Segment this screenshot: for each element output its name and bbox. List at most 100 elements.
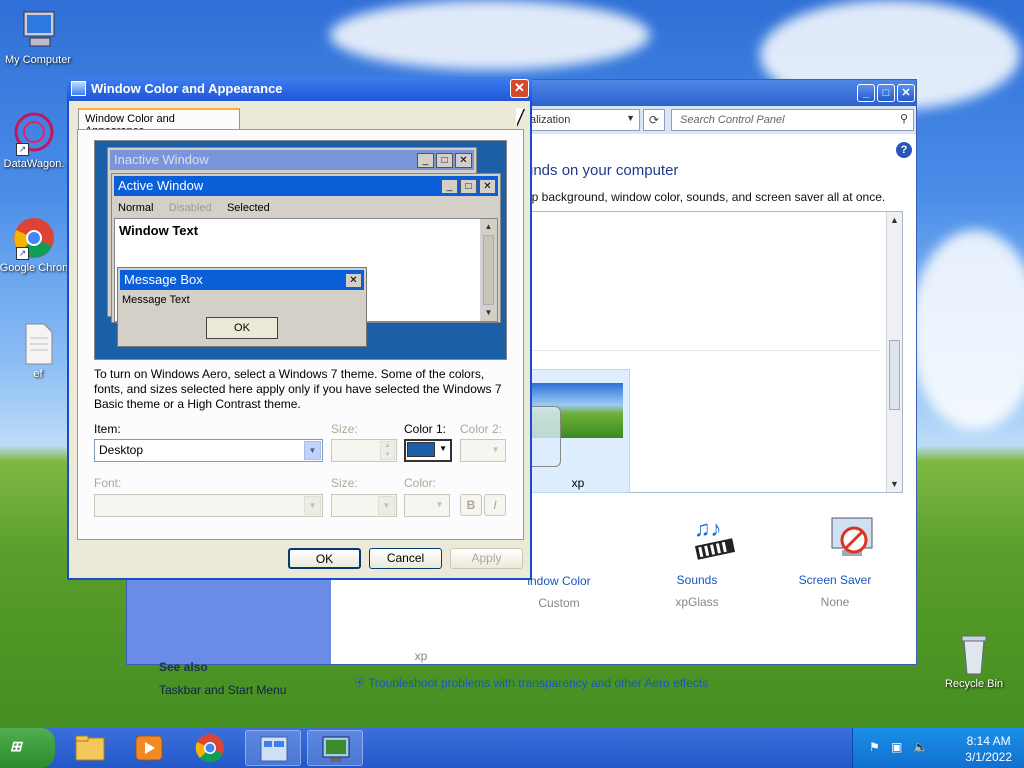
color1-picker[interactable]: ▼	[404, 439, 452, 462]
scroll-up-icon[interactable]: ▲	[887, 212, 902, 228]
chevron-down-icon[interactable]: ▼	[304, 441, 321, 460]
network-icon[interactable]: ▣	[891, 740, 905, 754]
help-icon[interactable]: ?	[896, 142, 912, 158]
see-also-heading: See also	[159, 660, 208, 674]
font-size-select[interactable]: ▼	[331, 494, 397, 517]
preview-scrollbar[interactable]: ▲ ▼	[480, 219, 497, 321]
scroll-down-icon[interactable]: ▼	[887, 476, 902, 492]
search-icon[interactable]: ⚲	[900, 112, 908, 125]
close-button[interactable]: ✕	[897, 84, 915, 102]
font-size-label: Size:	[331, 476, 358, 490]
taskbar: ⊞ ⚑ ▣ 🔈 8:14 AM 3/1/2022	[0, 728, 1024, 768]
apply-button[interactable]: Apply	[450, 548, 523, 569]
sounds-item[interactable]: ♫♪ Sounds xpGlass	[637, 514, 757, 609]
datawagon-icon: ↗	[12, 112, 56, 156]
chevron-down-icon[interactable]: ▼	[626, 113, 635, 123]
scroll-down-icon[interactable]: ▼	[481, 305, 496, 321]
control-panel-icon	[260, 736, 288, 762]
appearance-preview[interactable]: Inactive Window _ □ ✕ Active Window _ □ …	[94, 140, 507, 360]
taskbar-explorer[interactable]	[62, 730, 118, 766]
close-button[interactable]: ✕	[510, 79, 529, 98]
italic-button[interactable]: I	[484, 494, 506, 516]
separator	[525, 350, 879, 351]
msgbox-ok-button[interactable]: OK	[206, 317, 278, 339]
desktop-icon-ef[interactable]: ef	[0, 322, 76, 380]
chevron-down-icon[interactable]: ▼	[431, 496, 448, 515]
chevron-down-icon[interactable]: ▼	[378, 496, 395, 515]
chevron-down-icon[interactable]: ▼	[487, 441, 504, 460]
taskbar-control-panel[interactable]	[245, 730, 301, 766]
cloud	[330, 0, 650, 70]
flag-icon[interactable]: ⚑	[869, 740, 883, 754]
minimize-button[interactable]: _	[857, 84, 875, 102]
item-name: Screen Saver	[798, 573, 872, 587]
menu-disabled[interactable]: Disabled	[169, 202, 212, 214]
tab-window-color-appearance[interactable]: Window Color and Appearance	[78, 108, 240, 137]
mouse-cursor	[516, 108, 524, 126]
theme-list[interactable]: xp ▲ ▼	[525, 211, 903, 493]
desktop-icon-google-chrome[interactable]: ↗ Google Chron	[0, 216, 72, 274]
font-color-picker[interactable]: ▼	[404, 494, 450, 517]
inactive-titlebar[interactable]: Inactive Window _ □ ✕	[110, 150, 474, 170]
msgbox-titlebar[interactable]: Message Box ✕	[120, 270, 364, 290]
taskbar-chrome[interactable]	[182, 730, 238, 766]
clock-date: 3/1/2022	[965, 750, 1012, 764]
windows-logo-icon: ⊞	[10, 738, 22, 754]
spin-icon[interactable]: ▲ ▼	[380, 441, 395, 460]
desktop-icon-label: DataWagon.	[3, 158, 65, 170]
close-icon: ✕	[479, 179, 496, 194]
maximize-icon: □	[436, 153, 453, 168]
start-button[interactable]: ⊞	[0, 728, 55, 768]
volume-icon[interactable]: 🔈	[913, 740, 928, 754]
menu-selected[interactable]: Selected	[227, 202, 270, 214]
theme-xp[interactable]: xp	[525, 369, 630, 493]
scroll-up-icon[interactable]: ▲	[481, 219, 496, 235]
desktop-icon-label: Google Chron	[0, 262, 69, 274]
chevron-down-icon[interactable]: ▼	[304, 496, 321, 515]
item-select[interactable]: Desktop ▼	[94, 439, 323, 462]
ok-button[interactable]: OK	[288, 548, 361, 569]
left-item-value: xp	[361, 641, 481, 663]
chevron-down-icon[interactable]: ▼	[439, 444, 447, 453]
theme-caption: xp	[571, 476, 585, 490]
preview-message-box[interactable]: Message Box ✕ Message Text OK	[117, 267, 367, 347]
troubleshoot-link[interactable]: ⛨ Troubleshoot problems with transparency…	[355, 676, 708, 691]
active-titlebar[interactable]: Active Window _ □ ✕	[114, 176, 498, 196]
msgbox-text: Message Text	[122, 294, 190, 306]
desktop-icon-recycle-bin[interactable]: Recycle Bin	[936, 632, 1012, 690]
close-icon: ✕	[455, 153, 472, 168]
item-value: xp	[414, 649, 428, 663]
item-value: Custom	[538, 596, 580, 610]
troubleshoot-link-text: Troubleshoot problems with transparency …	[368, 676, 709, 690]
address-bar[interactable]: alization ▼	[525, 109, 640, 131]
size-label: Size:	[331, 422, 358, 436]
size-stepper[interactable]: ▲ ▼	[331, 439, 397, 462]
search-input[interactable]: Search Control Panel ⚲	[671, 109, 914, 131]
tab-panel: Inactive Window _ □ ✕ Active Window _ □ …	[77, 129, 524, 540]
page-heading: unds on your computer	[525, 162, 679, 179]
screen-saver-item[interactable]: Screen Saver None	[775, 514, 895, 609]
taskbar-media-player[interactable]	[121, 730, 177, 766]
scroll-thumb[interactable]	[889, 340, 900, 410]
desktop-icon-my-computer[interactable]: My Computer	[0, 8, 76, 66]
theme-list-scrollbar[interactable]: ▲ ▼	[886, 212, 902, 492]
display-icon	[71, 81, 86, 96]
window-color-appearance-dialog[interactable]: Window Color and Appearance ✕ Window Col…	[67, 77, 532, 580]
menu-normal[interactable]: Normal	[118, 202, 153, 214]
taskbar-display-settings[interactable]	[307, 730, 363, 766]
cancel-button[interactable]: Cancel	[369, 548, 442, 569]
clock[interactable]: 8:14 AM 3/1/2022	[965, 733, 1012, 765]
folder-icon	[75, 735, 105, 761]
taskbar-start-menu-link[interactable]: Taskbar and Start Menu	[159, 683, 286, 697]
font-select[interactable]: ▼	[94, 494, 323, 517]
font-label: Font:	[94, 476, 122, 490]
refresh-button[interactable]: ⟳	[643, 109, 665, 131]
dialog-titlebar[interactable]: Window Color and Appearance ✕	[67, 77, 532, 101]
preview-menubar: Normal Disabled Selected	[118, 200, 282, 214]
scroll-thumb[interactable]	[483, 235, 494, 305]
desktop-icon-datawagon[interactable]: ↗ DataWagon.	[0, 112, 72, 170]
color2-picker[interactable]: ▼	[460, 439, 506, 462]
desktop-icon-label: ef	[33, 368, 43, 380]
bold-button[interactable]: B	[460, 494, 482, 516]
maximize-button[interactable]: □	[877, 84, 895, 102]
